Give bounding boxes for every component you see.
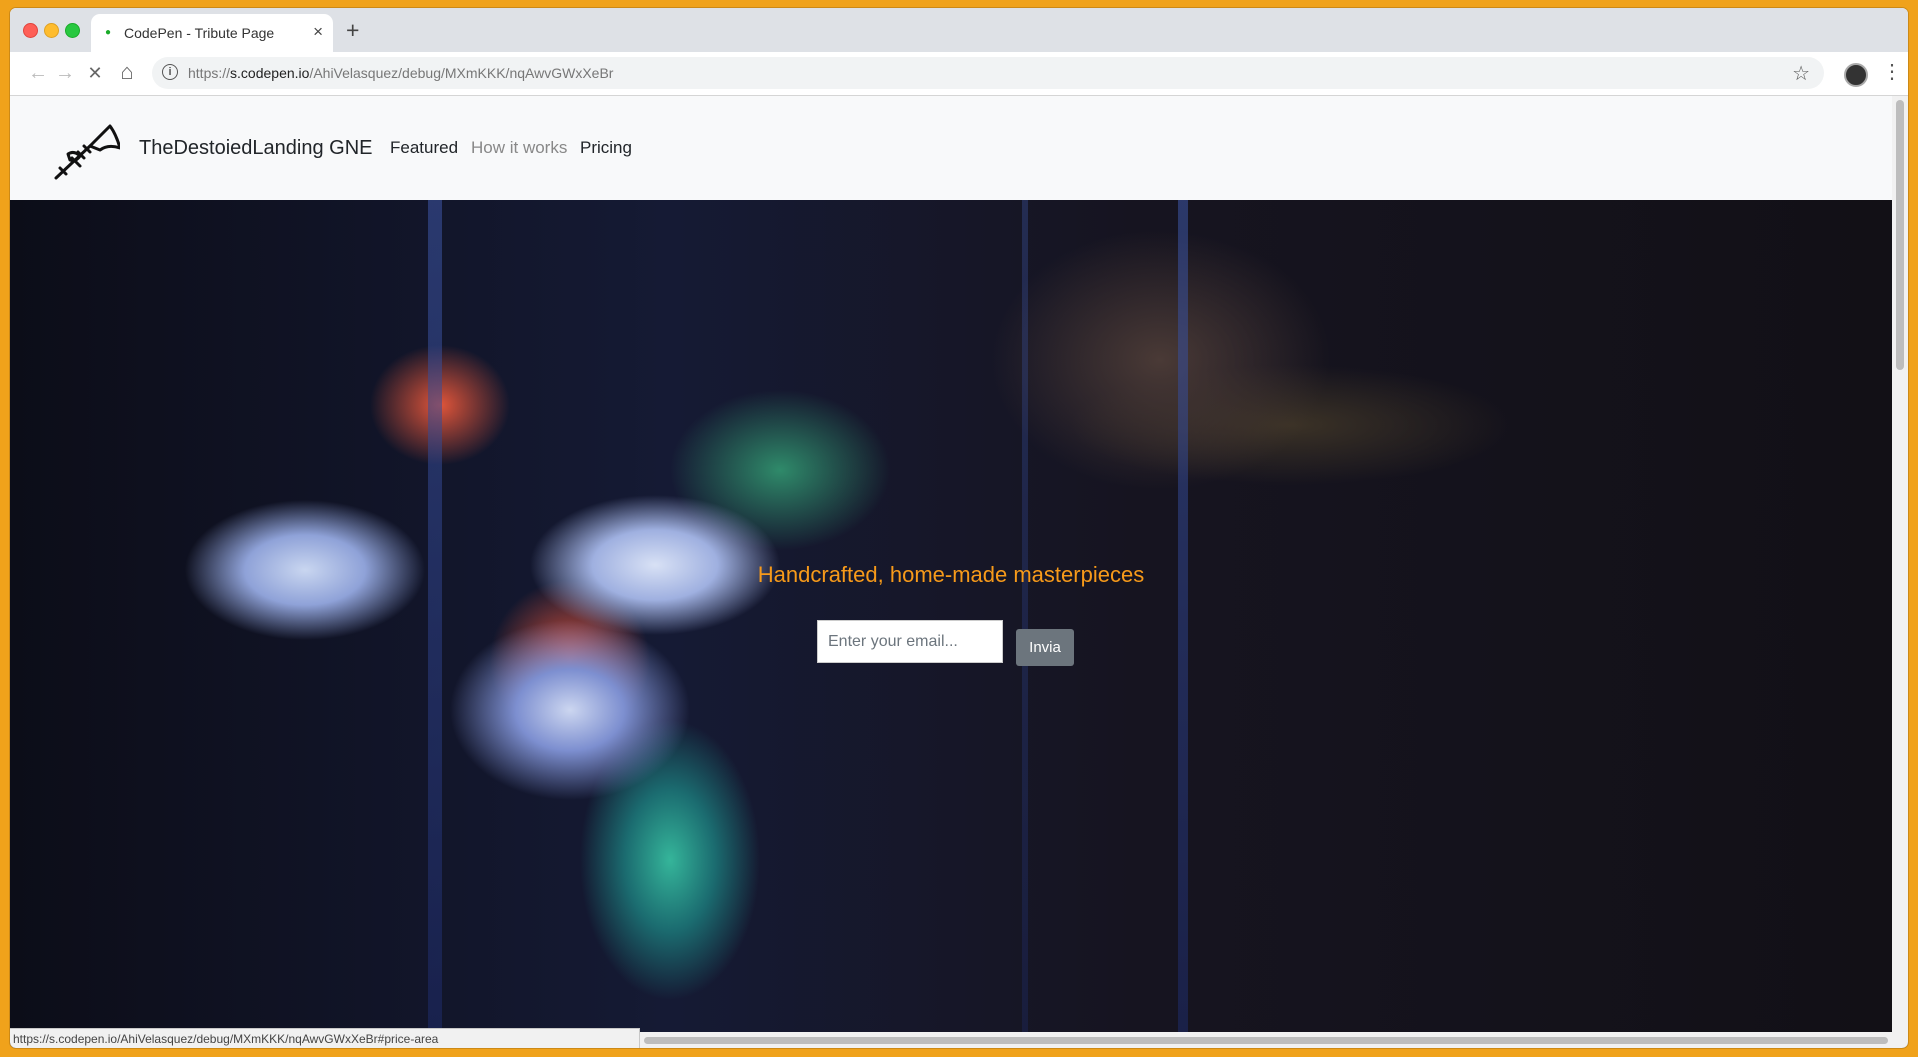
browser-window: ● CodePen - Tribute Page × + ← → ✕ ⌂ i h… — [10, 8, 1908, 1048]
url-path: /AhiVelasquez/debug/MXmKKK/nqAwvGWxXeBr — [309, 65, 614, 81]
info-icon[interactable]: i — [162, 64, 178, 80]
page-viewport: TheDestoiedLanding GNE Featured How it w… — [10, 96, 1908, 1048]
hero-section: Handcrafted, home-made masterpieces Invi… — [10, 200, 1892, 1048]
nav-link-featured[interactable]: Featured — [390, 138, 458, 158]
forward-icon[interactable]: → — [53, 62, 77, 85]
hero-bg-stand — [1178, 200, 1188, 1048]
brand-name[interactable]: TheDestoiedLanding GNE — [139, 137, 372, 160]
tab-close-icon[interactable]: × — [313, 22, 323, 42]
hero-bg-stand — [1022, 200, 1028, 1048]
email-input[interactable] — [817, 620, 1003, 663]
browser-toolbar: ← → ✕ ⌂ i https://s.codepen.io/AhiVelasq… — [10, 52, 1908, 96]
close-window-button[interactable] — [23, 23, 38, 38]
site-navbar: TheDestoiedLanding GNE Featured How it w… — [10, 96, 1892, 200]
nav-link-how-it-works[interactable]: How it works — [471, 138, 567, 158]
url-scheme: https:// — [188, 65, 231, 81]
minimize-window-button[interactable] — [44, 23, 59, 38]
new-tab-icon[interactable]: + — [346, 17, 359, 44]
hero-bg-stand — [428, 200, 442, 1048]
nav-link-pricing[interactable]: Pricing — [580, 138, 632, 158]
vertical-scroll-thumb[interactable] — [1896, 100, 1904, 370]
status-bar-url: https://s.codepen.io/AhiVelasquez/debug/… — [10, 1028, 640, 1048]
horizontal-scroll-thumb[interactable] — [644, 1037, 1888, 1044]
url-host: s.codepen.io — [230, 65, 310, 81]
back-icon[interactable]: ← — [26, 62, 50, 85]
maximize-window-button[interactable] — [65, 23, 80, 38]
profile-avatar[interactable] — [1844, 63, 1868, 87]
tab-codepen[interactable]: ● CodePen - Tribute Page × — [91, 14, 333, 52]
address-bar[interactable]: i https://s.codepen.io/AhiVelasquez/debu… — [152, 57, 1824, 89]
home-icon[interactable]: ⌂ — [115, 59, 139, 85]
trumpet-logo-icon[interactable] — [50, 112, 120, 182]
submit-button[interactable]: Invia — [1016, 629, 1074, 666]
tab-strip: ● CodePen - Tribute Page × + — [10, 8, 1908, 52]
kebab-menu-icon[interactable]: ⋮ — [1882, 59, 1902, 84]
loading-icon: ● — [105, 27, 112, 38]
stop-loading-icon[interactable]: ✕ — [83, 63, 107, 84]
url-text: https://s.codepen.io/AhiVelasquez/debug/… — [188, 65, 613, 81]
bookmark-star-icon[interactable]: ☆ — [1792, 61, 1810, 86]
tab-title: CodePen - Tribute Page — [124, 25, 275, 41]
hero-title: Handcrafted, home-made masterpieces — [757, 562, 1145, 587]
